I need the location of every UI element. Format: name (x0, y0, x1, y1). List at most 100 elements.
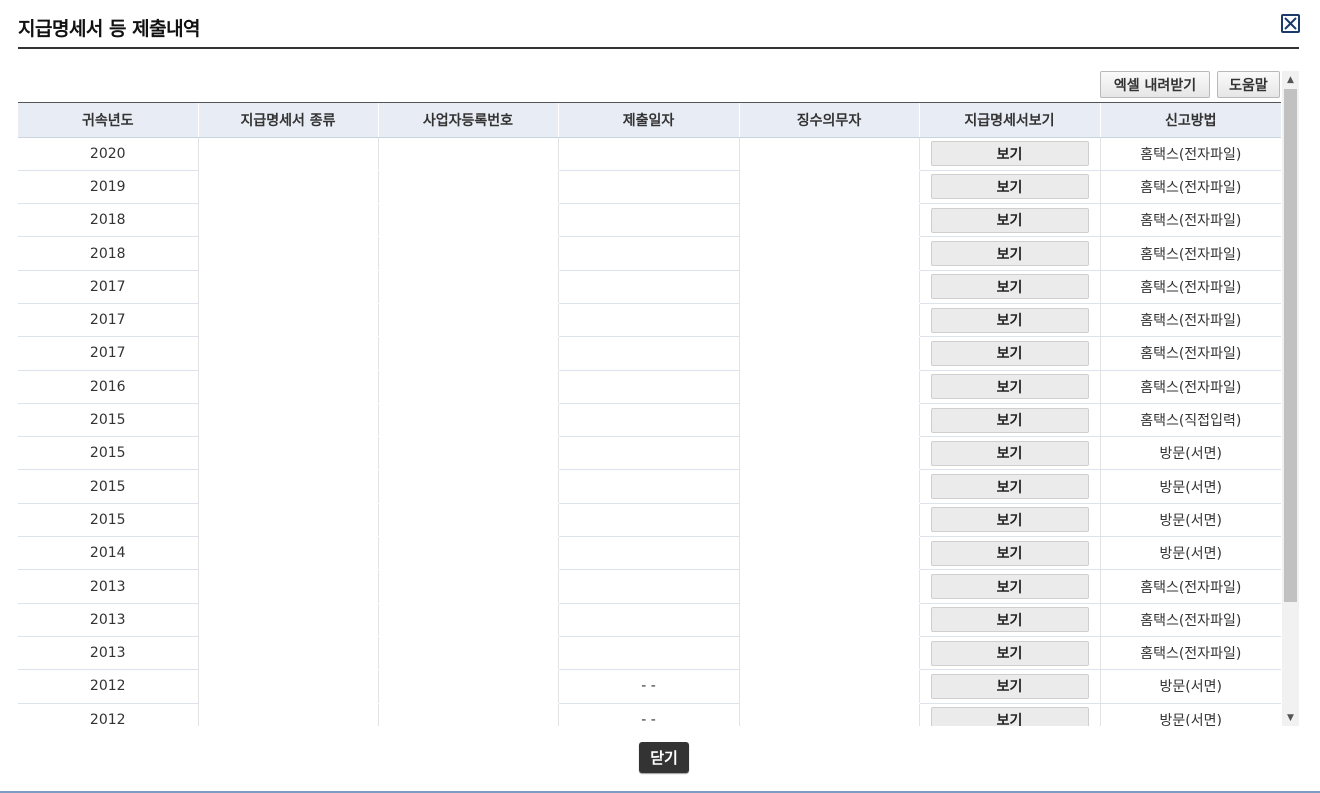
table-row[interactable]: 2018 보기 홈택스(전자파일) (18, 236, 1281, 271)
table-row[interactable]: 2012 - - 보기 방문(서면) (18, 703, 1281, 726)
cell-payer (739, 137, 920, 171)
vertical-scrollbar[interactable]: ▲ ▼ (1282, 71, 1299, 726)
column-header-view[interactable]: 지급명세서보기 (919, 103, 1101, 138)
cell-method: 홈택스(전자파일) (1100, 569, 1281, 604)
view-statement-button[interactable]: 보기 (930, 174, 1089, 200)
scrollbar-thumb[interactable] (1284, 89, 1297, 602)
cell-year: 2013 (18, 569, 199, 604)
cell-view: 보기 (919, 536, 1101, 571)
cell-date (558, 503, 740, 538)
view-statement-button[interactable]: 보기 (930, 241, 1089, 267)
table-row[interactable]: 2013 보기 홈택스(전자파일) (18, 603, 1281, 637)
cell-method: 홈택스(직접입력) (1100, 403, 1281, 438)
table-row[interactable]: 2017 보기 홈택스(전자파일) (18, 336, 1281, 371)
cell-payer (739, 403, 920, 438)
view-statement-button[interactable]: 보기 (930, 673, 1089, 699)
cell-view: 보기 (919, 603, 1101, 637)
cell-year: 2014 (18, 536, 199, 571)
cell-bizno (378, 270, 559, 304)
view-statement-button[interactable]: 보기 (930, 407, 1089, 433)
help-button[interactable]: 도움말 (1217, 71, 1280, 98)
cell-date (558, 403, 740, 438)
table-row[interactable]: 2017 보기 홈택스(전자파일) (18, 270, 1281, 304)
cell-bizno (378, 203, 559, 238)
table-row[interactable]: 2014 보기 방문(서면) (18, 536, 1281, 571)
view-statement-button[interactable]: 보기 (930, 574, 1089, 599)
scroll-down-arrow-icon[interactable]: ▼ (1282, 709, 1299, 726)
submission-history-dialog: 지급명세서 등 제출내역 엑셀 내려받기 도움말 귀속년도 지급명세서 종류 사… (0, 0, 1320, 793)
cell-year: 2013 (18, 603, 199, 637)
cell-type (198, 569, 379, 604)
column-header-date[interactable]: 제출일자 (558, 103, 740, 138)
table-row[interactable]: 2017 보기 홈택스(전자파일) (18, 303, 1281, 338)
cell-bizno (378, 536, 559, 571)
table-row[interactable]: 2018 보기 홈택스(전자파일) (18, 203, 1281, 238)
cell-payer (739, 703, 920, 726)
cell-type (198, 170, 379, 205)
cell-payer (739, 536, 920, 571)
view-statement-button[interactable]: 보기 (930, 274, 1089, 300)
cell-date (558, 170, 740, 205)
column-header-method[interactable]: 신고방법 (1100, 103, 1281, 138)
view-statement-button[interactable]: 보기 (930, 507, 1089, 533)
cell-date (558, 636, 740, 671)
dialog-title: 지급명세서 등 제출내역 (18, 18, 201, 40)
view-statement-button[interactable]: 보기 (930, 440, 1089, 466)
cell-method: 홈택스(전자파일) (1100, 270, 1281, 304)
cell-bizno (378, 503, 559, 538)
cell-method: 방문(서면) (1100, 469, 1281, 504)
cell-method: 방문(서면) (1100, 669, 1281, 704)
table-row[interactable]: 2012 - - 보기 방문(서면) (18, 669, 1281, 704)
view-statement-button[interactable]: 보기 (930, 474, 1089, 500)
cell-date: - - (558, 703, 740, 726)
cell-year: 2017 (18, 270, 199, 304)
table-row[interactable]: 2015 보기 홈택스(직접입력) (18, 403, 1281, 438)
table-row[interactable]: 2013 보기 홈택스(전자파일) (18, 636, 1281, 671)
cell-year: 2015 (18, 503, 199, 538)
cell-view: 보기 (919, 569, 1101, 604)
view-statement-button[interactable]: 보기 (930, 640, 1089, 666)
table-row[interactable]: 2015 보기 방문(서면) (18, 503, 1281, 538)
view-statement-button[interactable]: 보기 (930, 141, 1089, 167)
table-row[interactable]: 2013 보기 홈택스(전자파일) (18, 569, 1281, 604)
column-header-year[interactable]: 귀속년도 (18, 103, 199, 138)
cell-view: 보기 (919, 436, 1101, 471)
excel-download-button[interactable]: 엑셀 내려받기 (1100, 71, 1210, 98)
close-button[interactable]: 닫기 (639, 742, 689, 773)
cell-payer (739, 370, 920, 404)
view-statement-button[interactable]: 보기 (930, 340, 1089, 366)
view-statement-button[interactable]: 보기 (930, 707, 1089, 726)
table-row[interactable]: 2019 보기 홈택스(전자파일) (18, 170, 1281, 205)
cell-type (198, 536, 379, 571)
cell-bizno (378, 370, 559, 404)
cell-bizno (378, 303, 559, 338)
cell-type (198, 469, 379, 504)
cell-bizno (378, 436, 559, 471)
cell-type (198, 703, 379, 726)
cell-payer (739, 636, 920, 671)
view-statement-button[interactable]: 보기 (930, 540, 1089, 566)
table-row[interactable]: 2020 보기 홈택스(전자파일) (18, 137, 1281, 171)
view-statement-button[interactable]: 보기 (930, 374, 1089, 400)
table-row[interactable]: 2015 보기 방문(서면) (18, 436, 1281, 471)
cell-view: 보기 (919, 403, 1101, 438)
view-statement-button[interactable]: 보기 (930, 307, 1089, 333)
view-statement-button[interactable]: 보기 (930, 607, 1089, 633)
cell-payer (739, 303, 920, 338)
cell-year: 2015 (18, 403, 199, 438)
close-x-icon[interactable] (1281, 14, 1300, 33)
cell-year: 2019 (18, 170, 199, 205)
cell-bizno (378, 636, 559, 671)
scroll-up-arrow-icon[interactable]: ▲ (1282, 71, 1299, 88)
table-header-row: 귀속년도 지급명세서 종류 사업자등록번호 제출일자 징수의무자 지급명세서보기… (18, 103, 1281, 138)
column-header-payer[interactable]: 징수의무자 (739, 103, 920, 138)
column-header-bizno[interactable]: 사업자등록번호 (378, 103, 559, 138)
table-row[interactable]: 2015 보기 방문(서면) (18, 469, 1281, 504)
column-header-type[interactable]: 지급명세서 종류 (198, 103, 379, 138)
view-statement-button[interactable]: 보기 (930, 207, 1089, 233)
cell-date (558, 203, 740, 238)
cell-type (198, 669, 379, 704)
cell-year: 2020 (18, 137, 199, 171)
cell-year: 2012 (18, 703, 199, 726)
table-row[interactable]: 2016 보기 홈택스(전자파일) (18, 370, 1281, 404)
